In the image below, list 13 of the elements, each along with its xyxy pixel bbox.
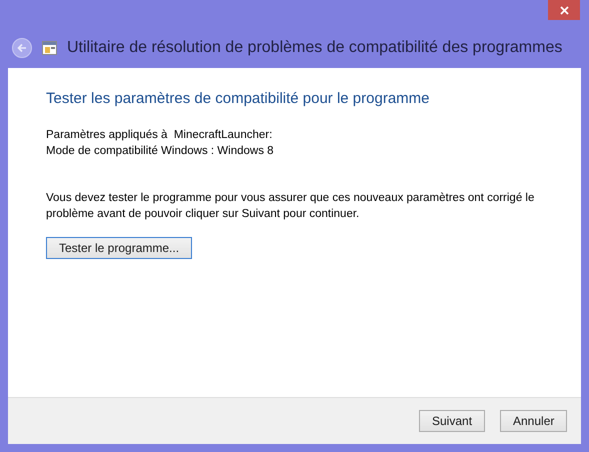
cancel-button[interactable]: Annuler — [500, 410, 568, 432]
program-icon — [42, 41, 57, 55]
close-button[interactable] — [548, 0, 580, 20]
next-button[interactable]: Suivant — [419, 410, 486, 432]
close-icon — [560, 6, 568, 14]
settings-line: Mode de compatibilité Windows : Windows 8 — [46, 144, 275, 158]
back-button[interactable] — [12, 38, 32, 58]
test-program-button[interactable]: Tester le programme... — [46, 236, 192, 258]
page-heading: Tester les paramètres de compatibilité pour le programme — [46, 89, 431, 109]
back-arrow-icon — [17, 43, 27, 53]
settings-line: Paramètres appliqués à MinecraftLauncher: — [46, 128, 274, 142]
instructions-text: Vous devez tester le programme pour vous assurer que ces nouveaux paramètres ont corrigé le problème avant de pouvoir cliquer sur Suivant pour continuer. — [46, 190, 536, 222]
window-title: Utilitaire de résolution de problèmes de compatibilité des programmes — [67, 38, 562, 58]
